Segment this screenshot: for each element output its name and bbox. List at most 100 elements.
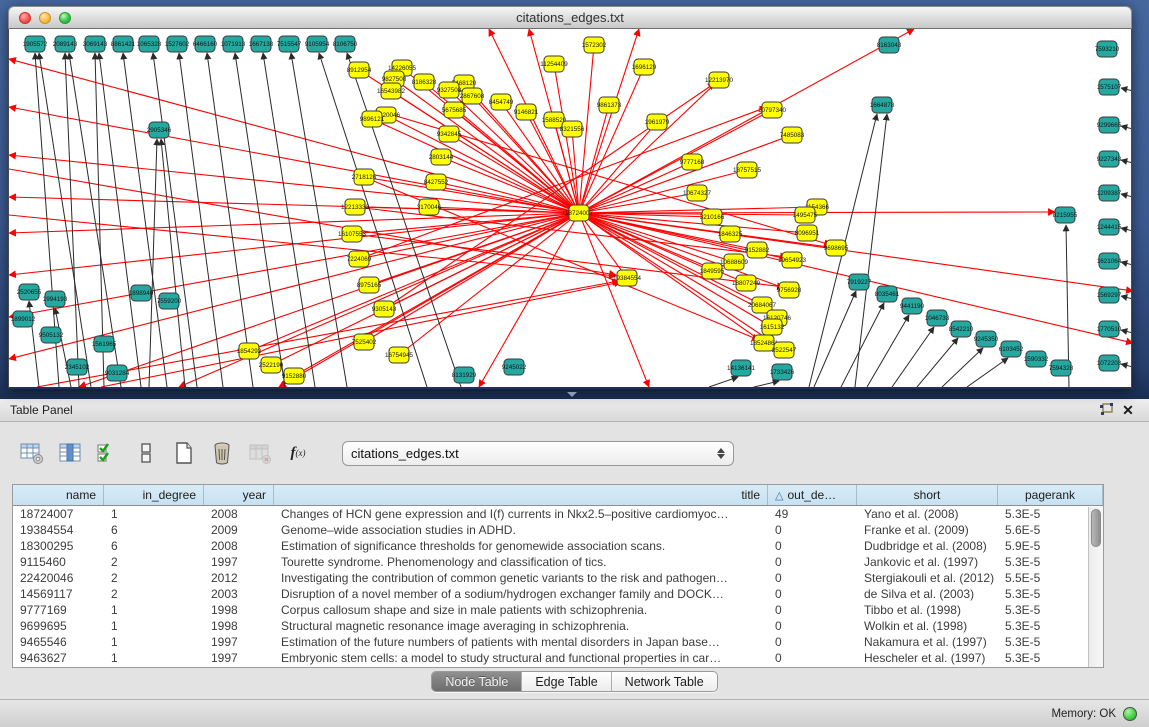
network-window-titlebar[interactable]: citations_edges.txt xyxy=(8,6,1132,29)
panel-divider-handle[interactable] xyxy=(567,392,577,397)
table-row[interactable]: 911546021997Tourette syndrome. Phenomeno… xyxy=(13,554,1103,570)
column-header-name[interactable]: name xyxy=(13,485,104,505)
table-cell[interactable]: 1997 xyxy=(204,634,274,650)
table-cell[interactable]: 1 xyxy=(104,634,204,650)
select-columns-icon[interactable] xyxy=(96,441,120,465)
table-cell[interactable]: 2003 xyxy=(204,586,274,602)
table-cell[interactable]: Estimation of the future numbers of pati… xyxy=(274,634,768,650)
column-header-year[interactable]: year xyxy=(204,485,274,505)
table-cell[interactable]: 0 xyxy=(768,650,857,666)
column-header-in_degree[interactable]: in_degree xyxy=(104,485,204,505)
table-cell[interactable]: 9465546 xyxy=(13,634,104,650)
network-window[interactable]: citations_edges.txt 18724007891295414226… xyxy=(8,6,1132,389)
table-cell[interactable]: 1997 xyxy=(204,554,274,570)
table-cell[interactable]: 19384554 xyxy=(13,522,104,538)
table-cell[interactable]: 1 xyxy=(104,650,204,666)
table-cell[interactable]: 6 xyxy=(104,538,204,554)
function-builder-icon[interactable]: f(x) xyxy=(286,441,310,465)
table-row[interactable]: 946362711997Embryonic stem cells: a mode… xyxy=(13,650,1103,666)
table-type-tabs[interactable]: Node TableEdge TableNetwork Table xyxy=(431,671,717,692)
table-cell[interactable]: 22420046 xyxy=(13,570,104,586)
table-cell[interactable]: Tourette syndrome. Phenomenology and cla… xyxy=(274,554,768,570)
table-cell[interactable]: 1997 xyxy=(204,650,274,666)
table-row[interactable]: 1938455462009Genome–wide association stu… xyxy=(13,522,1103,538)
table-cell[interactable]: 1998 xyxy=(204,618,274,634)
table-row[interactable]: 969969511998Structural magnetic resonanc… xyxy=(13,618,1103,634)
table-cell[interactable]: Tibbo et al. (1998) xyxy=(857,602,998,618)
table-cell[interactable]: Hescheler et al. (1997) xyxy=(857,650,998,666)
memory-status-icon[interactable] xyxy=(1123,707,1137,721)
table-row[interactable]: 1456911722003Disruption of a novel membe… xyxy=(13,586,1103,602)
delete-columns-icon[interactable] xyxy=(210,441,234,465)
table-cell[interactable]: Nakamura et al. (1997) xyxy=(857,634,998,650)
table-cell[interactable]: 2 xyxy=(104,554,204,570)
table-row[interactable]: 1872400712008Changes of HCN gene express… xyxy=(13,506,1103,522)
table-cell[interactable]: Corpus callosum shape and size in male p… xyxy=(274,602,768,618)
table-cell[interactable]: 9463627 xyxy=(13,650,104,666)
table-cell[interactable]: Dudbridge et al. (2008) xyxy=(857,538,998,554)
table-cell[interactable]: 0 xyxy=(768,570,857,586)
table-row[interactable]: 1830029562008Estimation of significance … xyxy=(13,538,1103,554)
table-cell[interactable]: 6 xyxy=(104,522,204,538)
row-height-icon[interactable] xyxy=(134,441,158,465)
table-row[interactable]: 977716911998Corpus callosum shape and si… xyxy=(13,602,1103,618)
table-cell[interactable]: 0 xyxy=(768,618,857,634)
table-cell[interactable]: Yano et al. (2008) xyxy=(857,506,998,522)
table-mode-icon[interactable] xyxy=(20,441,44,465)
table-cell[interactable]: 18300295 xyxy=(13,538,104,554)
table-cell[interactable]: Genome–wide association studies in ADHD. xyxy=(274,522,768,538)
table-cell[interactable]: 49 xyxy=(768,506,857,522)
table-cell[interactable]: 2 xyxy=(104,570,204,586)
table-cell[interactable]: 1 xyxy=(104,618,204,634)
table-cell[interactable]: Embryonic stem cells: a model to study s… xyxy=(274,650,768,666)
vertical-scrollbar[interactable] xyxy=(1088,507,1103,667)
node-table[interactable]: namein_degreeyeartitle△out_de…shortpager… xyxy=(12,484,1104,668)
table-row[interactable]: 2242004622012Investigating the contribut… xyxy=(13,570,1103,586)
tab-node-table[interactable]: Node Table xyxy=(432,672,522,691)
table-cell[interactable]: Jankovic et al. (1997) xyxy=(857,554,998,570)
table-cell[interactable]: 1 xyxy=(104,602,204,618)
float-window-icon[interactable] xyxy=(1095,401,1117,419)
table-cell[interactable]: 2009 xyxy=(204,522,274,538)
table-cell[interactable]: Changes of HCN gene expression and I(f) … xyxy=(274,506,768,522)
column-header-pagerank[interactable]: pagerank xyxy=(998,485,1103,505)
table-cell[interactable]: 0 xyxy=(768,634,857,650)
table-cell[interactable]: 0 xyxy=(768,538,857,554)
table-cell[interactable]: Disruption of a novel member of a sodium… xyxy=(274,586,768,602)
table-cell[interactable]: de Silva et al. (2003) xyxy=(857,586,998,602)
show-columns-icon[interactable] xyxy=(58,441,82,465)
table-cell[interactable]: 0 xyxy=(768,586,857,602)
table-cell[interactable]: 9699695 xyxy=(13,618,104,634)
network-canvas[interactable]: 1872400789129541422605598275088186328546… xyxy=(8,29,1132,388)
table-cell[interactable]: 0 xyxy=(768,554,857,570)
table-cell[interactable]: Wolkin et al. (1998) xyxy=(857,618,998,634)
create-column-icon[interactable] xyxy=(172,441,196,465)
table-cell[interactable]: 9115460 xyxy=(13,554,104,570)
column-header-out_de[interactable]: △out_de… xyxy=(768,485,857,505)
table-cell[interactable]: 18724007 xyxy=(13,506,104,522)
table-select-dropdown[interactable]: citations_edges.txt xyxy=(342,441,734,466)
table-cell[interactable]: Investigating the contribution of common… xyxy=(274,570,768,586)
tab-edge-table[interactable]: Edge Table xyxy=(522,672,611,691)
table-cell[interactable]: 14569117 xyxy=(13,586,104,602)
close-panel-icon[interactable]: ✕ xyxy=(1117,401,1139,419)
table-cell[interactable]: 9777169 xyxy=(13,602,104,618)
table-cell[interactable]: Stergiakouli et al. (2012) xyxy=(857,570,998,586)
table-cell[interactable]: 0 xyxy=(768,602,857,618)
table-row[interactable]: 946554611997Estimation of the future num… xyxy=(13,634,1103,650)
table-body[interactable]: 1872400712008Changes of HCN gene express… xyxy=(13,506,1103,666)
table-cell[interactable]: Structural magnetic resonance image aver… xyxy=(274,618,768,634)
column-header-title[interactable]: title xyxy=(274,485,768,505)
table-cell[interactable]: Franke et al. (2009) xyxy=(857,522,998,538)
table-cell[interactable]: 0 xyxy=(768,522,857,538)
scrollbar-thumb[interactable] xyxy=(1091,509,1101,547)
table-header-row[interactable]: namein_degreeyeartitle△out_de…shortpager… xyxy=(13,485,1103,506)
table-cell[interactable]: Estimation of significance thresholds fo… xyxy=(274,538,768,554)
table-cell[interactable]: 1 xyxy=(104,506,204,522)
tab-network-table[interactable]: Network Table xyxy=(612,672,717,691)
table-cell[interactable]: 1998 xyxy=(204,602,274,618)
column-header-short[interactable]: short xyxy=(857,485,998,505)
table-cell[interactable]: 2012 xyxy=(204,570,274,586)
table-cell[interactable]: 2008 xyxy=(204,506,274,522)
table-cell[interactable]: 2008 xyxy=(204,538,274,554)
